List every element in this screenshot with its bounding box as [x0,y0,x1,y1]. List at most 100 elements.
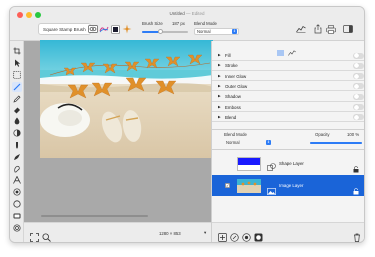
image-layer-icon [267,182,276,200]
layer-blend-mode-select[interactable]: Normal ⇕ [224,140,272,147]
blend-mode-value: Normal [197,28,211,34]
layers-footer [212,222,364,242]
disclosure-triangle-icon[interactable]: ▶ [218,51,221,60]
edited-status: — Edited [186,11,205,16]
blend-mode-label: Blend Mode [194,21,217,26]
eye-brush-icon[interactable] [88,24,98,34]
disclosure-triangle-icon[interactable]: ▶ [218,92,221,101]
effect-row-emboss[interactable]: ▶ Emboss [212,103,364,112]
scatter-brush-icon[interactable] [122,24,132,34]
shape-thumbnail-fill [238,158,260,166]
effect-toggle[interactable] [353,93,364,100]
eraser-tool-icon[interactable] [12,105,22,115]
dimensions-menu-chevron-icon[interactable]: ▾ [204,230,206,236]
effect-row-stroke[interactable]: ▶ Stroke [212,61,364,71]
opacity-label: Opacity [315,132,330,137]
divider [212,149,364,150]
histogram-icon[interactable] [296,24,306,34]
smudge-tool-icon[interactable] [12,140,22,150]
brush-size-slider-knob[interactable] [157,29,163,34]
brush-size-value: 187 px [172,21,185,26]
fit-to-window-icon[interactable] [30,229,40,242]
opacity-slider-fill [310,142,362,144]
effect-label: Blend [225,114,237,120]
layer-name: Shape Layer [279,161,304,166]
smudge-finger-tool-icon[interactable] [12,164,22,174]
layer-visibility-checkbox[interactable]: ✓ [225,183,230,188]
shape-tool-icon[interactable] [12,187,22,197]
layer-blend-mode-value: Normal [226,139,240,145]
lock-icon[interactable] [353,182,359,200]
layer-thumbnail [237,179,261,193]
duplicate-layer-icon[interactable] [242,229,251,242]
effect-label: Shadow [225,94,241,100]
effect-toggle[interactable] [353,104,364,110]
disclosure-triangle-icon[interactable]: ▶ [218,61,221,70]
effect-toggle[interactable] [353,73,364,80]
effect-row-outer-glow[interactable]: ▶ Outer Glow [212,82,364,92]
print-icon[interactable] [326,24,336,34]
add-layer-icon[interactable] [218,229,227,242]
layer-row-shape[interactable]: Shape Layer [212,153,364,174]
app-window: Untitled — Edited Square Stamp Brush Bru… [9,6,365,243]
disclosure-triangle-icon[interactable]: ▶ [218,82,221,91]
magnify-icon[interactable] [42,229,52,242]
crop-tool-icon[interactable] [12,46,22,56]
sample-color-tool-icon[interactable] [12,211,22,221]
effect-toggle[interactable] [353,83,364,90]
trash-icon[interactable] [353,229,361,242]
canvas-bottom-bar: 1280 × 853 ▾ [24,222,211,242]
inspector-tabs [275,42,299,56]
inspector-panel: ▶ Fill ▶ Stroke ▶ Inner Glow ▶ Outer Glow ▶ Shado… [211,41,364,242]
effect-label: Outer Glow [225,83,248,89]
beach-photo[interactable] [40,40,213,158]
effect-label: Stroke [225,63,238,69]
divider [212,129,364,130]
opacity-value: 100 % [347,132,360,137]
effect-label: Inner Glow [225,73,247,79]
effect-row-fill[interactable]: ▶ Fill [212,51,364,61]
color-swatch-icon[interactable] [110,24,120,34]
effect-row-inner-glow[interactable]: ▶ Inner Glow [212,72,364,82]
effect-row-blend[interactable]: ▶ Blend [212,113,364,123]
chevron-updown-icon: ⇕ [232,29,237,34]
effect-row-shadow[interactable]: ▶ Shadow [212,92,364,102]
disclosure-triangle-icon[interactable]: ▶ [218,113,221,122]
layer-blend-mode-label: Blend Mode [224,132,247,137]
document-title: Untitled [169,11,185,16]
text-tool-icon[interactable] [12,175,22,185]
blend-mode-select[interactable]: Normal ⇕ [194,27,239,35]
pencil-tool-icon[interactable] [12,94,22,104]
share-icon[interactable] [313,24,323,34]
window-title: Untitled — Edited [10,11,364,16]
image-dimensions: 1280 × 853 [159,231,181,236]
zoom-tool-icon[interactable] [12,223,22,233]
layer-thumbnail [237,157,261,171]
move-tool-icon[interactable] [12,58,22,68]
gradient-tool-icon[interactable] [12,128,22,138]
effect-label: Fill [225,53,231,58]
clone-tool-icon[interactable] [12,152,22,162]
horizontal-scrollbar[interactable] [41,215,148,217]
fill-bucket-tool-icon[interactable] [12,116,22,126]
brush-tool-icon[interactable] [12,82,22,92]
layer-row-image[interactable]: ✓ Image Layer [212,175,364,196]
disclosure-triangle-icon[interactable]: ▶ [218,72,221,81]
layer-effects-icon[interactable] [230,229,239,242]
effect-toggle[interactable] [353,114,364,121]
chevron-updown-icon: ⇕ [266,140,271,145]
layer-name: Image Layer [279,183,304,188]
disclosure-triangle-icon[interactable]: ▶ [218,103,221,112]
ellipse-tool-icon[interactable] [12,199,22,209]
effect-label: Emboss [225,104,241,110]
effect-toggle[interactable] [353,52,364,59]
effect-toggle[interactable] [353,62,364,69]
layer-mask-icon[interactable] [254,229,263,242]
tools-palette [10,41,24,242]
sidebar-toggle-icon[interactable] [343,24,353,34]
brush-dynamics-icon[interactable] [99,24,109,34]
selection-tool-icon[interactable] [12,70,22,80]
title-bar: Untitled — Edited Square Stamp Brush Bru… [10,7,364,41]
brush-size-label: Brush Size [142,21,163,26]
brush-picker-button[interactable]: Square Stamp Brush [38,23,91,35]
